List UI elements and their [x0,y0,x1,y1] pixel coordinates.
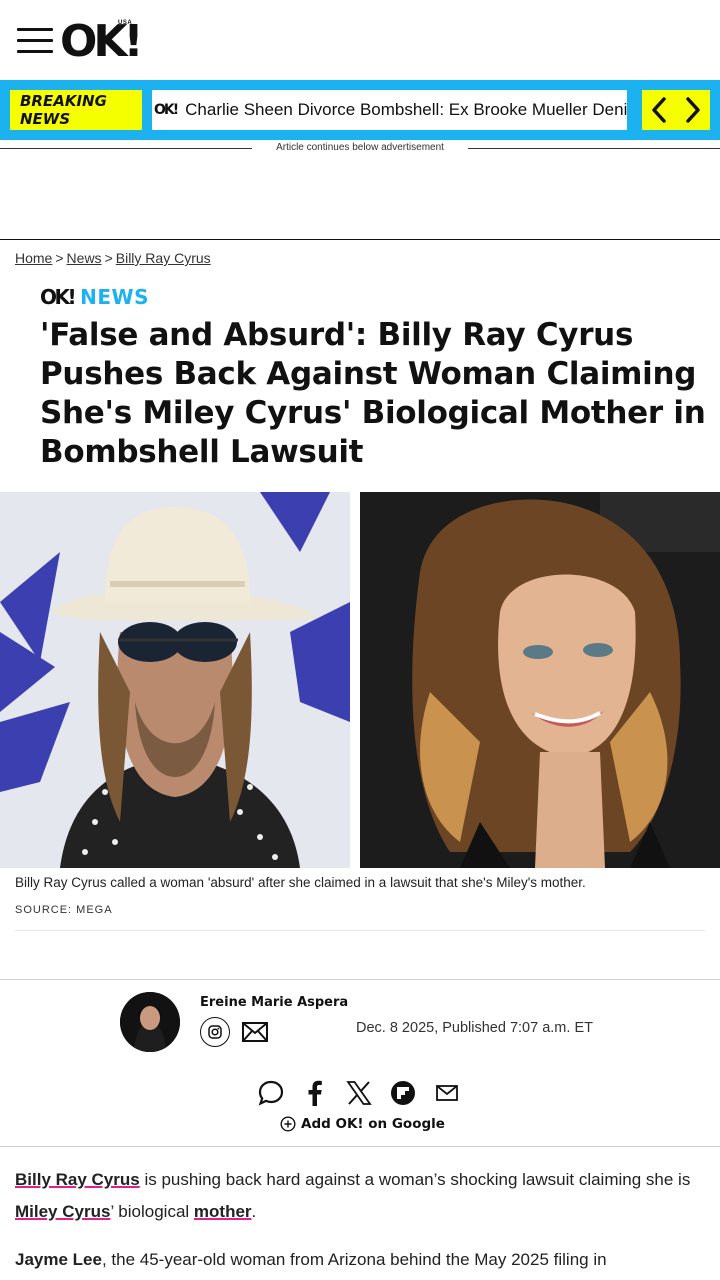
add-ok-on-google-button[interactable]: Add OK! on Google [280,1116,445,1132]
paragraph-text: , the 45-year-old woman from Arizona beh… [101,1250,607,1269]
article-paragraph: Billy Ray Cyrus is pushing back hard aga… [15,1164,705,1228]
image-caption: Billy Ray Cyrus called a woman 'absurd' … [15,875,586,890]
share-bar [256,1078,462,1108]
site-logo[interactable]: OK! USA [60,16,144,67]
ticker-headline[interactable]: Charlie Sheen Divorce Bombshell: Ex Broo… [185,100,627,120]
breaking-news-badge: BREAKING NEWS [10,90,142,130]
breaking-news-bar: BREAKING NEWS OK! Charlie Sheen Divorce … [0,80,720,140]
chevron-right-icon[interactable] [682,95,704,125]
breadcrumb-separator: > [55,250,64,266]
share-divider [0,1146,720,1147]
breaking-ticker[interactable]: OK! Charlie Sheen Divorce Bombshell: Ex … [152,90,627,130]
breaking-badge-line2: NEWS [20,110,71,128]
plus-circle-icon [280,1116,296,1132]
x-twitter-icon[interactable] [344,1078,374,1108]
caption-divider [15,930,705,931]
link-miley-cyrus[interactable]: Miley Cyrus [15,1202,110,1221]
ad-bottom-rule [0,239,720,240]
author-social [200,1017,270,1047]
billy-ray-cyrus-photo [0,492,350,868]
logo-sub: USA [118,20,133,26]
image-source: SOURCE: MEGA [15,904,113,916]
section-label: NEWS [80,285,149,309]
email-share-icon[interactable] [432,1078,462,1108]
paragraph-bold: Jayme Lee [15,1250,102,1269]
email-icon[interactable] [240,1017,270,1047]
article-paragraph: Jayme Lee, the 45-year-old woman from Ar… [15,1244,705,1276]
logo-text: OK! [60,16,144,67]
section-tag[interactable]: OK! NEWS [40,285,149,309]
paragraph-text: is pushing back hard against a woman’s s… [139,1170,691,1189]
add-ok-on-google-label: Add OK! on Google [301,1116,445,1132]
ad-slot [0,156,720,239]
author-name[interactable]: Ereine Marie Aspera [200,995,348,1010]
flipboard-icon[interactable] [388,1078,418,1108]
breadcrumb-news[interactable]: News [67,250,102,266]
instagram-icon[interactable] [200,1017,230,1047]
paragraph-text: . [251,1202,257,1221]
breadcrumb-separator: > [104,250,113,266]
link-billy-ray-cyrus[interactable]: Billy Ray Cyrus [15,1170,140,1189]
breaking-badge-line1: BREAKING [20,92,107,110]
breadcrumb-billy-ray-cyrus[interactable]: Billy Ray Cyrus [116,250,211,266]
hero-image [0,492,720,868]
paragraph-text: ’ biological [110,1202,194,1221]
avatar[interactable] [120,992,180,1052]
section-brand: OK! [40,285,77,309]
ticker-logo: OK! [154,102,179,118]
top-header: OK! USA [0,0,720,80]
comment-icon[interactable] [256,1078,286,1108]
chevron-left-icon[interactable] [648,95,670,125]
ticker-controls [642,90,710,130]
link-mother[interactable]: mother [194,1202,252,1221]
article-title: 'False and Absurd': Billy Ray Cyrus Push… [40,317,706,470]
facebook-icon[interactable] [300,1078,330,1108]
menu-icon[interactable] [17,28,53,53]
author-divider [0,979,720,980]
ad-notice: Article continues below advertisement [276,142,444,153]
miley-cyrus-photo [360,492,720,868]
publish-date: Dec. 8 2025, Published 7:07 a.m. ET [356,1020,593,1036]
breadcrumb: Home > News > Billy Ray Cyrus [15,250,211,266]
breadcrumb-home[interactable]: Home [15,250,52,266]
